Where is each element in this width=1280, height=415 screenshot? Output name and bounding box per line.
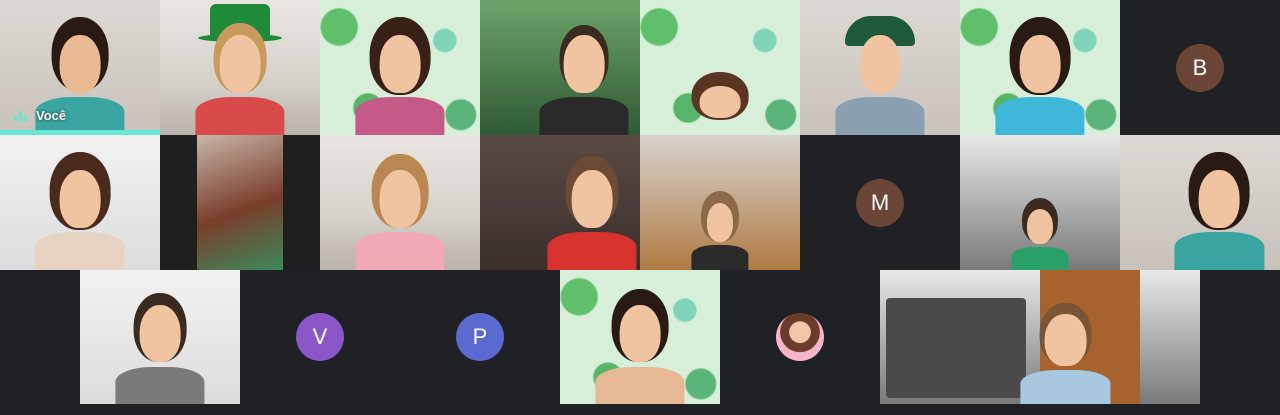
participant-avatar: B [1176, 43, 1224, 92]
participant-tile[interactable] [960, 135, 1120, 270]
participant-video [675, 74, 765, 135]
participant-tile[interactable] [320, 135, 480, 270]
participant-tile[interactable] [720, 270, 880, 404]
participant-tile[interactable]: P [400, 270, 560, 404]
participant-tile[interactable] [640, 135, 800, 270]
participant-tile[interactable]: M [800, 135, 960, 270]
participant-video [355, 159, 445, 270]
participant-video [1174, 159, 1264, 270]
participant-avatar: V [296, 313, 344, 361]
participant-video [595, 294, 685, 404]
participant-tile[interactable] [880, 270, 1200, 404]
participant-profile-photo [776, 313, 824, 361]
participant-video [1011, 203, 1069, 270]
participant-tile[interactable] [80, 270, 240, 404]
participant-video [835, 24, 925, 135]
participant-tile-self[interactable]: Você [0, 0, 160, 135]
avatar-initial: P [472, 324, 488, 349]
participant-tile[interactable] [560, 270, 720, 404]
participant-tile[interactable] [960, 0, 1120, 135]
participant-tile[interactable] [1120, 135, 1280, 270]
participant-tile[interactable] [0, 135, 160, 270]
avatar-initial: V [312, 324, 328, 349]
participant-video [1020, 304, 1111, 404]
participant-tile[interactable] [320, 0, 480, 135]
participant-tile[interactable] [160, 135, 320, 270]
participant-tile[interactable] [480, 0, 640, 135]
participant-video [547, 159, 637, 270]
participant-video [35, 159, 125, 270]
participant-video [995, 24, 1085, 135]
participant-tile[interactable]: B [1120, 0, 1280, 135]
chair-back [886, 298, 1026, 398]
participant-video [539, 24, 629, 135]
participant-avatar: M [856, 178, 904, 227]
participant-video [197, 135, 283, 270]
participant-grid: Você B M V P [0, 0, 1280, 415]
avatar-initial: M [870, 189, 890, 215]
participant-tile[interactable]: V [240, 270, 400, 404]
self-name: Você [36, 108, 67, 123]
participant-tile[interactable] [640, 0, 800, 135]
speaking-indicator-icon [14, 110, 30, 122]
participant-tile[interactable] [800, 0, 960, 135]
participant-video [195, 24, 285, 135]
participant-avatar: P [456, 313, 504, 361]
participant-video [355, 24, 445, 135]
participant-tile[interactable] [160, 0, 320, 135]
participant-name-label: Você [14, 108, 66, 123]
participant-video [115, 294, 205, 404]
participant-tile[interactable] [480, 135, 640, 270]
avatar-initial: B [1192, 54, 1208, 80]
participant-video [691, 196, 749, 270]
